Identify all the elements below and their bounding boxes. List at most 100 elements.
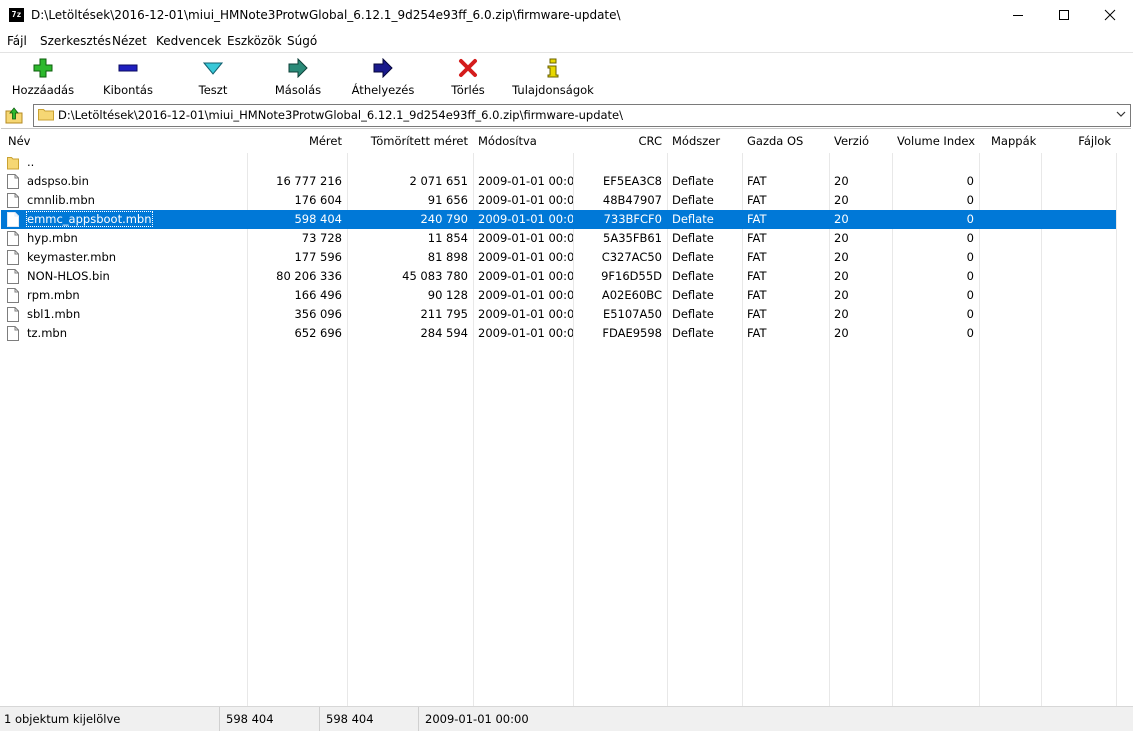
close-button[interactable] xyxy=(1087,0,1133,31)
plus-icon xyxy=(33,58,53,78)
maximize-button[interactable] xyxy=(1041,0,1087,31)
file-crc-text: 733BFCF0 xyxy=(603,212,662,226)
column-name[interactable]: Név xyxy=(3,129,247,153)
menu-tools[interactable]: Eszközök xyxy=(227,34,282,48)
file-crc: EF5EA3C8 xyxy=(573,172,667,191)
file-files xyxy=(1041,248,1116,267)
delete-button[interactable]: Törlés xyxy=(426,53,510,101)
file-version-text: 20 xyxy=(834,174,849,188)
column-size[interactable]: Méret xyxy=(247,129,347,153)
file-version-text: 20 xyxy=(834,288,849,302)
file-method-text: Deflate xyxy=(672,212,714,226)
file-host-os-text: FAT xyxy=(747,231,767,245)
file-version: 20 xyxy=(829,210,892,229)
table-row[interactable]: keymaster.mbn 177 596 81 898 2009-01-01 00:… xyxy=(1,248,1116,267)
info-button[interactable]: Tulajdonságok xyxy=(511,53,595,101)
test-button[interactable]: Teszt xyxy=(171,53,255,101)
file-size: 176 604 xyxy=(247,191,347,210)
file-list[interactable]: Név Méret Tömörített méret Módosítva CRC… xyxy=(1,128,1131,707)
address-bar: D:\Letöltések\2016-12-01\miui_HMNote3Pro… xyxy=(0,102,1133,128)
file-version: 20 xyxy=(829,191,892,210)
status-selection: 1 objektum kijelölve xyxy=(0,707,220,731)
column-volume-index[interactable]: Volume Index xyxy=(892,129,979,153)
file-host-os: FAT xyxy=(742,229,829,248)
file-files xyxy=(1041,267,1116,286)
path-text: D:\Letöltések\2016-12-01\miui_HMNote3Pro… xyxy=(58,108,623,122)
menu-help[interactable]: Súgó xyxy=(287,34,317,48)
file-name-text: keymaster.mbn xyxy=(27,250,117,264)
checkmark-icon xyxy=(203,62,223,75)
file-packed-size: 11 854 xyxy=(347,229,473,248)
file-packed-size: 45 083 780 xyxy=(347,267,473,286)
file-version: 20 xyxy=(829,286,892,305)
table-row[interactable]: hyp.mbn 73 728 11 854 2009-01-01 00:00 5A35F… xyxy=(1,229,1116,248)
move-button[interactable]: Áthelyezés xyxy=(341,53,425,101)
file-size: 16 777 216 xyxy=(247,172,347,191)
file-size-text: 80 206 336 xyxy=(276,269,342,283)
move-label: Áthelyezés xyxy=(351,83,415,97)
file-modified-text: 2009-01-01 00:00 xyxy=(478,288,573,302)
parent-folder-row[interactable]: .. xyxy=(1,153,1116,172)
file-volume-index-text: 0 xyxy=(966,193,974,207)
file-modified: 2009-01-01 00:00 xyxy=(473,210,573,229)
table-row[interactable]: adspso.bin 16 777 216 2 071 651 2009-01-01 … xyxy=(1,172,1116,191)
file-version-text: 20 xyxy=(834,193,849,207)
column-version[interactable]: Verzió xyxy=(829,129,892,153)
column-files[interactable]: Fájlok xyxy=(1041,129,1116,153)
menu-file[interactable]: Fájl xyxy=(7,34,27,48)
file-volume-index-text: 0 xyxy=(966,231,974,245)
file-version: 20 xyxy=(829,172,892,191)
add-button[interactable]: Hozzáadás xyxy=(1,53,85,101)
file-packed-size: 2 071 651 xyxy=(347,172,473,191)
table-row[interactable]: rpm.mbn 166 496 90 128 2009-01-01 00:00 A02E… xyxy=(1,286,1116,305)
file-packed-size-text: 81 898 xyxy=(427,250,468,264)
file-host-os-text: FAT xyxy=(747,193,767,207)
info-label: Tulajdonságok xyxy=(512,83,594,97)
file-name: sbl1.mbn xyxy=(3,305,247,324)
column-folders[interactable]: Mappák xyxy=(986,129,1041,153)
column-crc[interactable]: CRC xyxy=(573,129,667,153)
menu-view[interactable]: Nézet xyxy=(112,34,147,48)
file-volume-index: 0 xyxy=(892,305,979,324)
column-modified[interactable]: Módosítva xyxy=(473,129,573,153)
extract-button[interactable]: Kibontás xyxy=(86,53,170,101)
file-method-text: Deflate xyxy=(672,174,714,188)
file-folders xyxy=(979,305,1041,324)
column-host-os[interactable]: Gazda OS xyxy=(742,129,829,153)
move-arrow-icon xyxy=(373,58,393,78)
table-row[interactable]: sbl1.mbn 356 096 211 795 2009-01-01 00:00 E5… xyxy=(1,305,1116,324)
app-icon[interactable]: 7z xyxy=(9,8,24,22)
table-row[interactable]: tz.mbn 652 696 284 594 2009-01-01 00:00 FDAE… xyxy=(1,324,1116,343)
file-packed-size: 240 790 xyxy=(347,210,473,229)
file-modified-text: 2009-01-01 00:00 xyxy=(478,174,573,188)
file-volume-index: 0 xyxy=(892,267,979,286)
path-input[interactable]: D:\Letöltések\2016-12-01\miui_HMNote3Pro… xyxy=(33,104,1131,127)
column-method[interactable]: Módszer xyxy=(667,129,742,153)
table-row[interactable]: NON-HLOS.bin 80 206 336 45 083 780 2009-01-… xyxy=(1,267,1116,286)
file-name: emmc_appsboot.mbn xyxy=(3,210,247,229)
file-volume-index-text: 0 xyxy=(966,174,974,188)
file-size-text: 166 496 xyxy=(294,288,342,302)
file-volume-index: 0 xyxy=(892,324,979,343)
file-name: keymaster.mbn xyxy=(3,248,247,267)
table-row[interactable]: cmnlib.mbn 176 604 91 656 2009-01-01 00:00 4… xyxy=(1,191,1116,210)
file-crc-text: 48B47907 xyxy=(602,193,662,207)
file-version xyxy=(829,153,892,172)
chevron-down-icon[interactable] xyxy=(1115,108,1127,120)
close-icon xyxy=(1104,9,1116,21)
copy-button[interactable]: Másolás xyxy=(256,53,340,101)
file-packed-size-text: 11 854 xyxy=(427,231,468,245)
file-folders xyxy=(979,210,1041,229)
minimize-button[interactable] xyxy=(995,0,1041,31)
column-packed-size[interactable]: Tömörített méret xyxy=(347,129,473,153)
file-modified: 2009-01-01 00:00 xyxy=(473,324,573,343)
folder-up-icon[interactable] xyxy=(5,106,23,124)
table-row[interactable]: emmc_appsboot.mbn 598 404 240 790 2009-01-0… xyxy=(1,210,1116,229)
status-size: 598 404 xyxy=(222,707,320,731)
file-packed-size-text: 91 656 xyxy=(427,193,468,207)
file-crc: A02E60BC xyxy=(573,286,667,305)
menu-edit[interactable]: Szerkesztés xyxy=(40,34,111,48)
menu-favorites[interactable]: Kedvencek xyxy=(156,34,221,48)
file-modified: 2009-01-01 00:00 xyxy=(473,305,573,324)
file-packed-size-text: 240 790 xyxy=(420,212,468,226)
